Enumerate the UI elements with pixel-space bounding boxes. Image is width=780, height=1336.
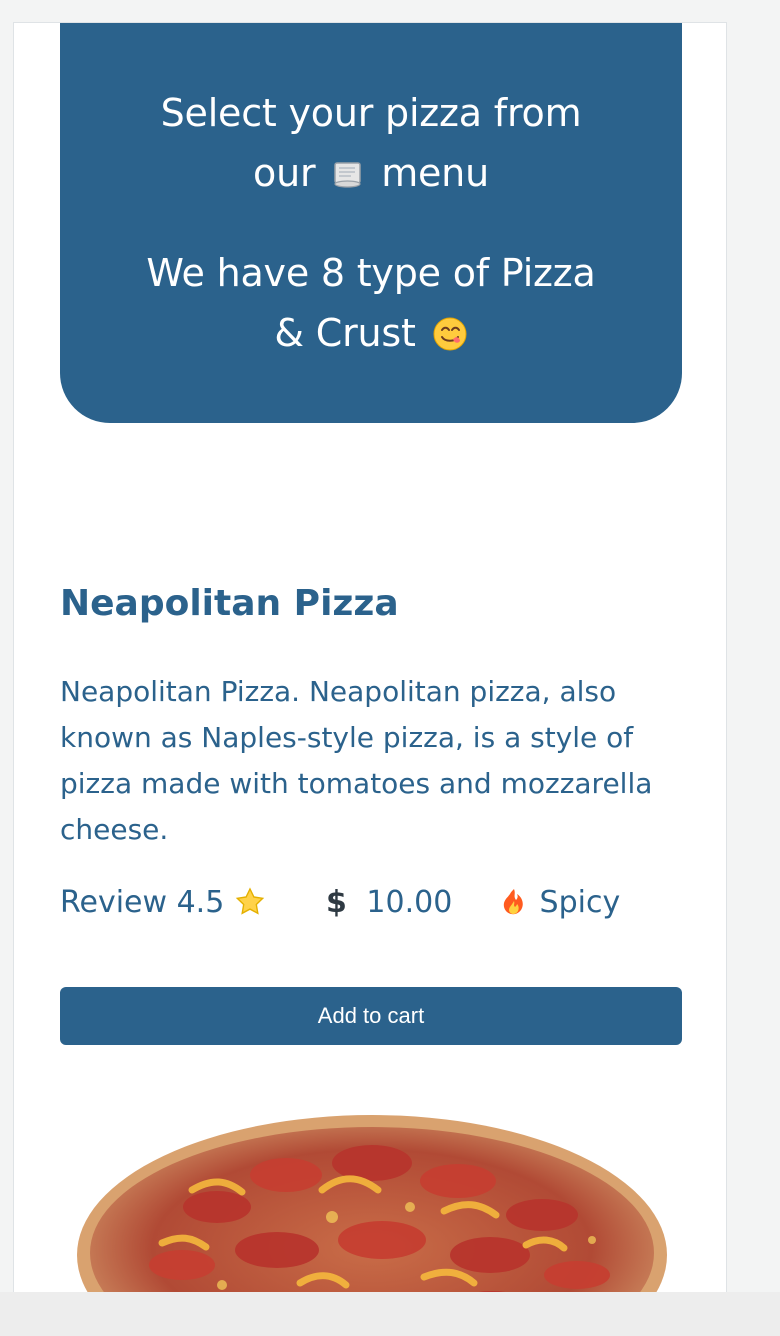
pizza-image <box>77 1115 667 1293</box>
hero-line-3: We have 8 type of Pizza <box>146 251 596 295</box>
hero-line-4-text: & Crust <box>274 311 416 355</box>
hero-line-1: Select your pizza from <box>160 91 582 135</box>
yum-face-icon <box>433 317 467 351</box>
product-title: Neapolitan Pizza <box>60 582 399 624</box>
hero-banner: Select your pizza from our menu We have … <box>60 23 682 423</box>
hero-line-2-end: menu <box>381 151 489 195</box>
hero-heading-2: We have 8 type of Pizza & Crust <box>60 243 682 363</box>
hero-line-2-start: our <box>253 151 316 195</box>
page-card: Select your pizza from our menu We have … <box>13 22 727 1293</box>
window-bottom-edge <box>0 1292 780 1336</box>
scroll-icon <box>334 162 362 188</box>
star-icon <box>235 887 265 915</box>
add-to-cart-button[interactable]: Add to cart <box>60 987 682 1045</box>
price-tag: $ 10.00 <box>326 885 452 920</box>
hero-line-2: our menu <box>60 143 682 203</box>
dollar-icon: $ <box>326 885 347 920</box>
fire-icon <box>503 889 523 915</box>
hero-heading-1: Select your pizza from our menu <box>60 83 682 203</box>
review-rating: Review 4.5 <box>60 885 266 920</box>
hero-line-4: & Crust <box>60 303 682 363</box>
spicy-label: Spicy <box>498 885 620 920</box>
spicy-text: Spicy <box>539 885 621 920</box>
review-text: Review 4.5 <box>60 885 225 920</box>
product-description: Neapolitan Pizza. Neapolitan pizza, also… <box>60 675 653 846</box>
price-value: 10.00 <box>366 885 453 920</box>
